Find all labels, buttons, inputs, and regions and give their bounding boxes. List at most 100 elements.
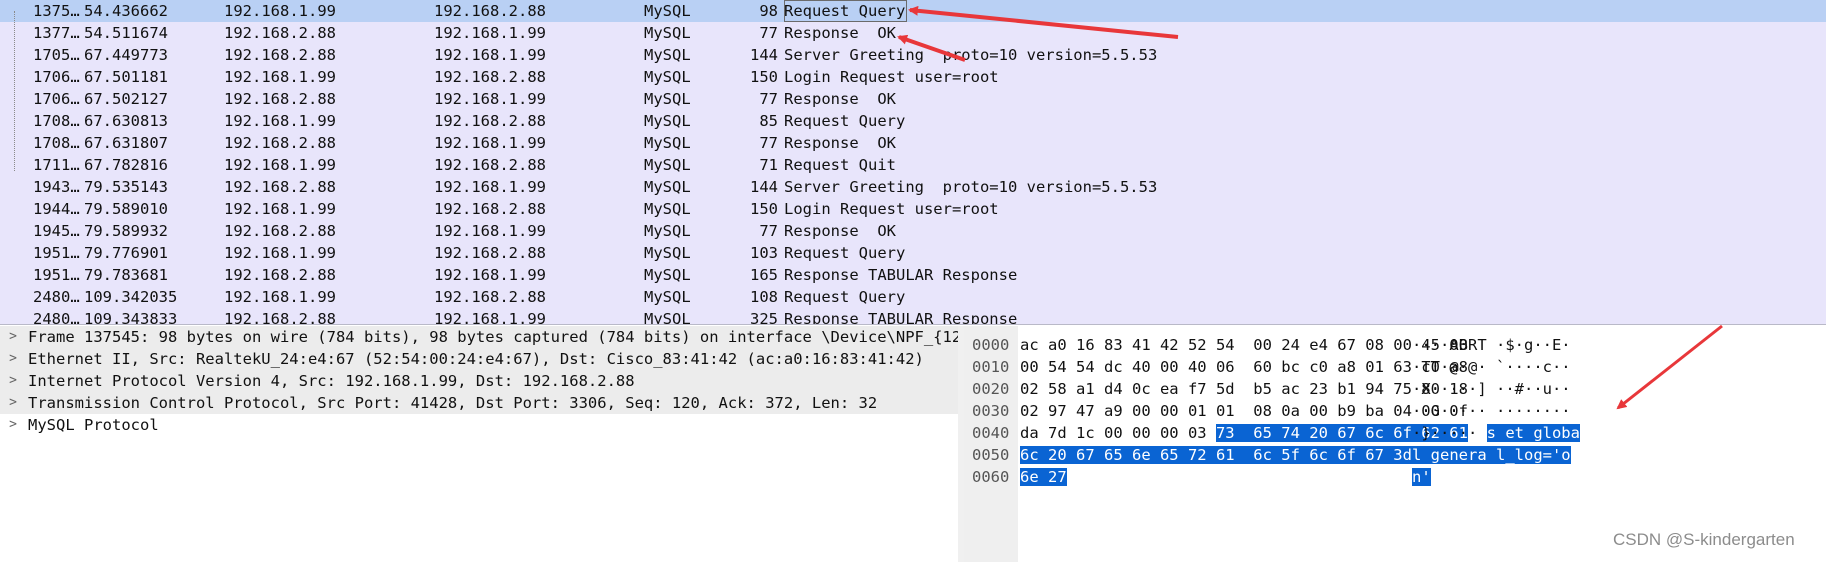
packet-row[interactable]: 1945… 79.589932 192.168.2.88 192.168.1.99 My… — [0, 220, 1826, 242]
hex-bytes-line[interactable]: 02 58 a1 d4 0c ea f7 5d b5 ac 23 b1 94 7… — [1020, 378, 1468, 400]
hex-bytes-line[interactable]: 6c 20 67 65 6e 65 72 61 6c 5f 6c 6f 67 3… — [1020, 444, 1468, 466]
packet-row[interactable]: 1711… 67.782816 192.168.1.99 192.168.2.88 My… — [0, 154, 1826, 176]
byte-offset: 0000 — [972, 336, 1010, 354]
packet-len-cell: 103 — [750, 244, 778, 262]
packet-info-cell: Request Query — [784, 244, 906, 262]
detail-item-label: Transmission Control Protocol, Src Port:… — [28, 394, 878, 412]
packet-details-pane[interactable]: > Frame 137545: 98 bytes on wire (784 bit… — [0, 326, 959, 562]
packet-len-cell: 98 — [759, 2, 778, 20]
packet-len-cell: 150 — [750, 68, 778, 86]
packet-row[interactable]: 1944… 79.589010 192.168.1.99 192.168.2.88 My… — [0, 198, 1826, 220]
packet-time-cell: 67.501181 — [84, 68, 168, 86]
packet-row[interactable]: 1951… 79.776901 192.168.1.99 192.168.2.88 My… — [0, 242, 1826, 264]
packet-row[interactable]: 2480… 109.343833 192.168.2.88 192.168.1.99 M… — [0, 308, 1826, 325]
packet-time-cell: 67.631807 — [84, 134, 168, 152]
packet-row[interactable]: 2480… 109.342035 192.168.1.99 192.168.2.88 M… — [0, 286, 1826, 308]
packet-dst-cell: 192.168.1.99 — [434, 134, 546, 152]
packet-no-cell: 1951… — [33, 266, 80, 284]
detail-tree-item[interactable]: > MySQL Protocol — [0, 414, 958, 436]
packet-src-cell: 192.168.1.99 — [224, 200, 336, 218]
hex-bytes-line[interactable]: ac a0 16 83 41 42 52 54 00 24 e4 67 08 0… — [1020, 334, 1468, 356]
packet-src-cell: 192.168.2.88 — [224, 46, 336, 64]
packet-no-cell: 1706… — [33, 68, 80, 86]
packet-src-cell: 192.168.1.99 — [224, 156, 336, 174]
byte-offset: 0010 — [972, 358, 1010, 376]
packet-row[interactable]: 1708… 67.631807 192.168.2.88 192.168.1.99 My… — [0, 132, 1826, 154]
packet-row[interactable]: 1951… 79.783681 192.168.2.88 192.168.1.99 My… — [0, 264, 1826, 286]
packet-time-cell: 67.782816 — [84, 156, 168, 174]
packet-proto-cell: MySQL — [644, 288, 691, 306]
packet-time-cell: 109.342035 — [84, 288, 178, 306]
hex-bytes-line[interactable]: 00 54 54 dc 40 00 40 06 60 bc c0 a8 01 6… — [1020, 356, 1468, 378]
conversation-tree-line — [14, 11, 15, 171]
packet-src-cell: 192.168.1.99 — [224, 288, 336, 306]
packet-dst-cell: 192.168.1.99 — [434, 178, 546, 196]
packet-len-cell: 144 — [750, 46, 778, 64]
hex-bytes: da 7d 1c 00 00 00 03 — [1020, 424, 1216, 442]
hex-bytes-line[interactable]: da 7d 1c 00 00 00 03 73 65 74 20 67 6c 6… — [1020, 422, 1468, 444]
packet-row[interactable]: 1943… 79.535143 192.168.2.88 192.168.1.99 My… — [0, 176, 1826, 198]
packet-row[interactable]: 1706… 67.502127 192.168.2.88 192.168.1.99 My… — [0, 88, 1826, 110]
ascii-line[interactable]: l genera l_log='o — [1412, 444, 1571, 466]
hex-bytes-line[interactable]: 02 97 47 a9 00 00 01 01 08 0a 00 b9 ba 0… — [1020, 400, 1468, 422]
packet-src-cell: 192.168.1.99 — [224, 2, 336, 20]
detail-item-label: Frame 137545: 98 bytes on wire (784 bits… — [28, 328, 958, 346]
packet-no-cell: 1708… — [33, 112, 80, 130]
detail-item-label: MySQL Protocol — [28, 416, 159, 434]
packet-row[interactable]: 1706… 67.501181 192.168.1.99 192.168.2.88 My… — [0, 66, 1826, 88]
packet-row[interactable]: 1705… 67.449773 192.168.2.88 192.168.1.99 My… — [0, 44, 1826, 66]
packet-row[interactable]: 1375… 54.436662 192.168.1.99 192.168.2.88 My… — [0, 0, 1826, 22]
detail-tree-item[interactable]: > Ethernet II, Src: RealtekU_24:e4:67 (52… — [0, 348, 958, 370]
packet-time-cell: 79.783681 — [84, 266, 168, 284]
chevron-right-icon[interactable]: > — [7, 414, 19, 436]
packet-time-cell: 67.502127 — [84, 90, 168, 108]
detail-tree-item[interactable]: > Internet Protocol Version 4, Src: 192.1… — [0, 370, 958, 392]
packet-proto-cell: MySQL — [644, 68, 691, 86]
packet-time-cell: 67.630813 — [84, 112, 168, 130]
packet-proto-cell: MySQL — [644, 266, 691, 284]
packet-len-cell: 325 — [750, 310, 778, 325]
packet-bytes-pane[interactable]: 0000 ac a0 16 83 41 42 52 54 00 24 e4 67 … — [964, 326, 1826, 562]
chevron-right-icon[interactable]: > — [7, 326, 19, 348]
packet-time-cell: 109.343833 — [84, 310, 178, 325]
ascii-line[interactable]: ·TT·@·@· `····c·· — [1412, 356, 1571, 378]
packet-len-cell: 150 — [750, 200, 778, 218]
packet-row[interactable]: 1377… 54.511674 192.168.2.88 192.168.1.99 My… — [0, 22, 1826, 44]
packet-no-cell: 1377… — [33, 24, 80, 42]
packet-time-cell: 79.776901 — [84, 244, 168, 262]
packet-len-cell: 165 — [750, 266, 778, 284]
ascii-line[interactable]: ····ABRT ·$·g··E· — [1412, 334, 1571, 356]
packet-proto-cell: MySQL — [644, 200, 691, 218]
packet-info-cell: Login Request user=root — [784, 68, 999, 86]
ascii-bytes: ····ABRT ·$·g··E· — [1412, 336, 1571, 354]
chevron-right-icon[interactable]: > — [7, 348, 19, 370]
detail-tree-item[interactable]: > Frame 137545: 98 bytes on wire (784 bit… — [0, 326, 958, 348]
packet-info-cell: Server Greeting proto=10 version=5.5.53 — [784, 178, 1158, 196]
ascii-line[interactable]: ··G····· ········ — [1412, 400, 1571, 422]
packet-list[interactable]: 1375… 54.436662 192.168.1.99 192.168.2.88 My… — [0, 0, 1826, 325]
detail-tree-item[interactable]: > Transmission Control Protocol, Src Port… — [0, 392, 958, 414]
chevron-right-icon[interactable]: > — [7, 392, 19, 414]
packet-proto-cell: MySQL — [644, 134, 691, 152]
packet-time-cell: 54.511674 — [84, 24, 168, 42]
packet-time-cell: 79.589932 — [84, 222, 168, 240]
ascii-bytes: ·TT·@·@· `····c·· — [1412, 358, 1571, 376]
hex-bytes-line[interactable]: 6e 27 — [1020, 466, 1067, 488]
packet-src-cell: 192.168.2.88 — [224, 24, 336, 42]
ascii-bytes: ·X·····] ··#··u·· — [1412, 380, 1571, 398]
packet-proto-cell: MySQL — [644, 46, 691, 64]
chevron-right-icon[interactable]: > — [7, 370, 19, 392]
packet-proto-cell: MySQL — [644, 2, 691, 20]
packet-len-cell: 77 — [759, 134, 778, 152]
packet-row[interactable]: 1708… 67.630813 192.168.1.99 192.168.2.88 My… — [0, 110, 1826, 132]
packet-src-cell: 192.168.2.88 — [224, 178, 336, 196]
packet-proto-cell: MySQL — [644, 244, 691, 262]
packet-dst-cell: 192.168.2.88 — [434, 68, 546, 86]
packet-info-cell: Response OK — [784, 134, 896, 152]
ascii-line[interactable]: ·}····· s et globa — [1412, 422, 1580, 444]
packet-proto-cell: MySQL — [644, 222, 691, 240]
packet-proto-cell: MySQL — [644, 156, 691, 174]
byte-offset: 0030 — [972, 402, 1010, 420]
ascii-line[interactable]: ·X·····] ··#··u·· — [1412, 378, 1571, 400]
ascii-line[interactable]: n' — [1412, 466, 1431, 488]
